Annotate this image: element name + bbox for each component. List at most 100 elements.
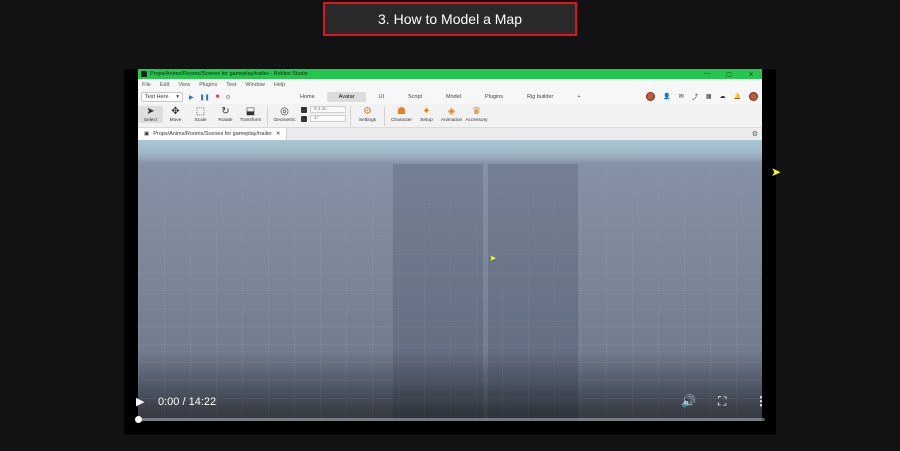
- animation-tool-label: Animation: [440, 118, 463, 123]
- menu-bar: File Edit View Plugins Test Window Help: [138, 79, 762, 90]
- document-tab[interactable]: ▣ Props/Anims/Rooms/Scenes for gameplay/…: [138, 128, 288, 140]
- mouse-cursor-icon: ➤: [489, 253, 497, 263]
- pause-icon[interactable]: ❚❚: [200, 94, 210, 101]
- video-scrubber-handle[interactable]: [135, 416, 142, 423]
- animation-tool[interactable]: ◈ Animation: [439, 106, 464, 123]
- menu-help[interactable]: Help: [274, 82, 285, 88]
- stop-icon[interactable]: ■: [216, 94, 220, 100]
- 3d-viewport[interactable]: ➤: [138, 140, 762, 421]
- menu-test[interactable]: Test: [226, 82, 236, 88]
- window-title: Props/Anims/Rooms/Scenes for gameplay/tr…: [150, 71, 308, 77]
- close-tab-icon[interactable]: ✕: [276, 131, 281, 137]
- snap-settings: 0.1 st... 1°: [301, 106, 346, 122]
- select-tool-label: Select: [143, 118, 158, 123]
- share-icon[interactable]: ⤴: [692, 92, 698, 101]
- play-icon[interactable]: ▶: [189, 94, 194, 101]
- window-titlebar: Props/Anims/Rooms/Scenes for gameplay/tr…: [138, 69, 762, 79]
- user-avatar[interactable]: [749, 92, 758, 101]
- more-options-icon[interactable]: ⋮: [755, 394, 767, 408]
- move-tool[interactable]: ✥ Move: [163, 106, 188, 123]
- add-tab-icon[interactable]: +: [565, 92, 592, 102]
- geometric-tool-label: Geometric: [273, 118, 296, 123]
- close-icon[interactable]: ✕: [740, 71, 762, 78]
- move-icon: ✥: [171, 106, 180, 117]
- rotate-tool-label: Rotate: [218, 118, 233, 123]
- menu-file[interactable]: File: [142, 82, 151, 88]
- video-time-display: 0:00 / 14:22: [158, 396, 217, 408]
- move-snap-checkbox[interactable]: [301, 106, 307, 113]
- accessory-tool-label: Accessory: [465, 118, 488, 123]
- character-icon: ☗: [397, 106, 406, 117]
- settings-tool[interactable]: ⚙ Settings: [355, 106, 380, 123]
- volume-icon[interactable]: 🔊: [681, 394, 696, 408]
- place-icon: ▣: [144, 131, 150, 137]
- tab-rig-builder[interactable]: Rig builder: [515, 92, 565, 102]
- ribbon-tab-bar: Test Here ▾ ▶ ❚❚ ■ ⚙ Home Avatar UI Scri…: [138, 90, 762, 104]
- video-page: 3. How to Model a Map Props/Anims/Rooms/…: [0, 0, 900, 451]
- play-icon[interactable]: ▶: [136, 395, 144, 408]
- add-user-icon[interactable]: 👤: [663, 93, 670, 100]
- roblox-studio-window: Props/Anims/Rooms/Scenes for gameplay/tr…: [138, 69, 762, 421]
- collaborator-avatar[interactable]: [646, 92, 656, 101]
- tab-model[interactable]: Model: [434, 92, 473, 102]
- rotate-snap-input[interactable]: 1°: [310, 115, 346, 122]
- transform-tool-label: Transform: [239, 118, 262, 123]
- grid-icon[interactable]: ▦: [706, 93, 712, 100]
- test-settings-icon[interactable]: ⚙: [225, 94, 230, 101]
- settings-icon: ⚙: [363, 106, 372, 117]
- ribbon-toolbar: ➤ Select ✥ Move ⬚ Scale ↻ Rotate ⬓ Trans…: [138, 104, 762, 128]
- transform-icon: ⬓: [245, 106, 256, 117]
- settings-tool-label: Settings: [358, 118, 377, 123]
- document-tab-label: Props/Anims/Rooms/Scenes for gameplay/tr…: [153, 131, 272, 137]
- animation-icon: ◈: [447, 106, 456, 117]
- toolbar-divider: [350, 106, 351, 126]
- scale-tool[interactable]: ⬚ Scale: [188, 106, 213, 123]
- move-tool-label: Move: [169, 118, 182, 123]
- notification-icon[interactable]: 🔔: [734, 93, 741, 100]
- scale-tool-label: Scale: [194, 118, 207, 123]
- gear-icon[interactable]: ⚙: [752, 130, 758, 138]
- video-progress-bar[interactable]: [135, 416, 765, 423]
- menu-edit[interactable]: Edit: [160, 82, 169, 88]
- minimize-icon[interactable]: —: [696, 71, 718, 78]
- window-controls: — ▢ ✕: [696, 71, 762, 78]
- video-title-box: 3. How to Model a Map: [323, 2, 577, 36]
- setup-tool-label: Setup: [420, 118, 433, 123]
- setup-icon: ✦: [422, 106, 431, 117]
- rotate-snap-checkbox[interactable]: [301, 115, 307, 122]
- menu-window[interactable]: Window: [245, 82, 265, 88]
- video-title: 3. How to Model a Map: [378, 11, 522, 27]
- cloud-icon[interactable]: ☁: [720, 93, 726, 100]
- menu-view[interactable]: View: [178, 82, 190, 88]
- geometric-icon: ◎: [280, 106, 289, 117]
- tab-home[interactable]: Home: [288, 92, 327, 102]
- maximize-icon[interactable]: ▢: [718, 71, 740, 78]
- document-tab-bar: ▣ Props/Anims/Rooms/Scenes for gameplay/…: [138, 128, 762, 140]
- tab-ui[interactable]: UI: [366, 92, 396, 102]
- accessory-icon: ♛: [472, 106, 481, 117]
- right-toolbar: 👤 ✉ ⤴ ▦ ☁ 🔔: [646, 92, 758, 101]
- rotate-snap-row: 1°: [301, 115, 346, 122]
- fullscreen-icon[interactable]: ⛶: [718, 394, 726, 409]
- rotate-tool[interactable]: ↻ Rotate: [213, 106, 238, 123]
- test-mode-dropdown[interactable]: Test Here ▾: [141, 92, 183, 102]
- setup-tool[interactable]: ✦ Setup: [414, 106, 439, 123]
- character-tool[interactable]: ☗ Character: [389, 106, 414, 123]
- scale-icon: ⬚: [195, 106, 206, 117]
- toolbar-divider: [384, 106, 385, 126]
- rotate-icon: ↻: [221, 106, 230, 117]
- test-mode-label: Test Here: [145, 94, 169, 100]
- menu-plugins[interactable]: Plugins: [199, 82, 217, 88]
- transform-tool[interactable]: ⬓ Transform: [238, 106, 263, 123]
- mouse-cursor-icon: ➤: [771, 165, 782, 179]
- chevron-down-icon: ▾: [176, 94, 179, 100]
- video-controls: ▶ 0:00 / 14:22 🔊 ⛶ ⋮: [124, 388, 776, 418]
- move-snap-input[interactable]: 0.1 st...: [310, 106, 346, 113]
- tab-plugins[interactable]: Plugins: [473, 92, 515, 102]
- tab-avatar[interactable]: Avatar: [326, 92, 367, 102]
- geometric-tool[interactable]: ◎ Geometric: [272, 106, 297, 123]
- tab-script[interactable]: Script: [396, 92, 434, 102]
- comment-icon[interactable]: ✉: [679, 93, 684, 100]
- accessory-tool[interactable]: ♛ Accessory: [464, 106, 489, 123]
- select-tool[interactable]: ➤ Select: [138, 106, 163, 123]
